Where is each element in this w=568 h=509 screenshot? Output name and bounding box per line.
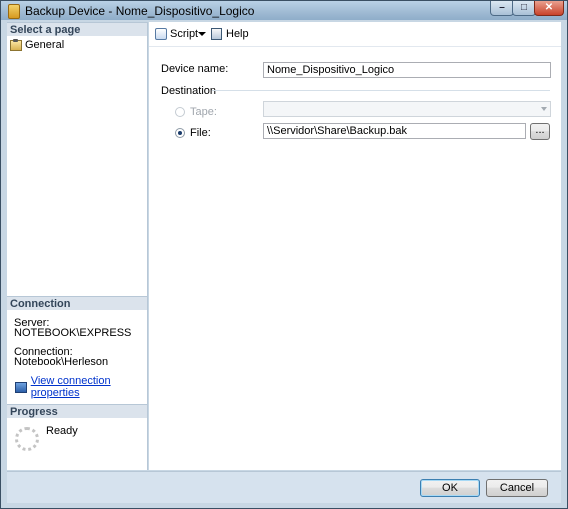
main-content: Script Help Device name: Nome_Dispositiv… (149, 22, 561, 470)
script-dropdown-button[interactable] (198, 27, 206, 41)
page-item-general[interactable]: General (10, 38, 64, 52)
left-panel: Select a page General Connection Server:… (7, 22, 148, 470)
close-icon: ✕ (544, 2, 554, 13)
file-path-input[interactable]: \\Servidor\Share\Backup.bak (263, 123, 526, 139)
destination-divider (212, 90, 550, 91)
chevron-down-icon (541, 107, 547, 111)
progress-spinner-icon (15, 427, 39, 451)
connection-properties-icon (15, 381, 27, 393)
tape-select[interactable] (263, 101, 551, 117)
progress-status: Ready (46, 425, 78, 437)
script-icon (155, 28, 167, 40)
tape-radio[interactable] (175, 107, 185, 117)
maximize-icon: □ (520, 2, 528, 13)
server-value: NOTEBOOK\EXPRESS (14, 327, 132, 339)
connection-header: Connection (7, 296, 147, 310)
select-page-header: Select a page (7, 22, 147, 36)
minimize-icon: – (499, 2, 505, 13)
file-label: File: (190, 127, 211, 139)
connection-value: Notebook\Herleson (14, 356, 109, 368)
cancel-button[interactable]: Cancel (486, 479, 548, 497)
toolbar: Script Help (149, 22, 561, 47)
button-bar: OK Cancel (7, 471, 561, 503)
dialog-window: Backup Device - Nome_Dispositivo_Logico … (0, 0, 568, 509)
file-radio[interactable] (175, 128, 185, 138)
device-name-input[interactable]: Nome_Dispositivo_Logico (263, 62, 551, 78)
view-connection-properties[interactable]: View connection properties (15, 375, 147, 399)
help-label: Help (226, 28, 249, 40)
progress-header: Progress (7, 404, 147, 418)
script-button[interactable]: Script (155, 27, 198, 41)
backup-device-icon (8, 4, 20, 19)
script-label: Script (170, 28, 199, 40)
ok-button[interactable]: OK (420, 479, 480, 497)
tape-label: Tape: (190, 106, 217, 118)
help-icon (211, 28, 222, 40)
minimize-button[interactable]: – (490, 1, 514, 16)
browse-button[interactable]: ... (530, 123, 550, 140)
destination-label: Destination (161, 85, 217, 97)
window-title: Backup Device - Nome_Dispositivo_Logico (25, 4, 255, 18)
maximize-button[interactable]: □ (512, 1, 536, 16)
title-bar[interactable]: Backup Device - Nome_Dispositivo_Logico … (1, 1, 567, 20)
view-connection-link[interactable]: View connection properties (31, 375, 147, 399)
help-button[interactable]: Help (211, 27, 249, 41)
chevron-down-icon (198, 32, 206, 36)
page-item-label: General (25, 39, 65, 51)
close-button[interactable]: ✕ (534, 1, 564, 16)
device-name-label: Device name: (161, 63, 229, 75)
general-page-icon (10, 38, 22, 51)
